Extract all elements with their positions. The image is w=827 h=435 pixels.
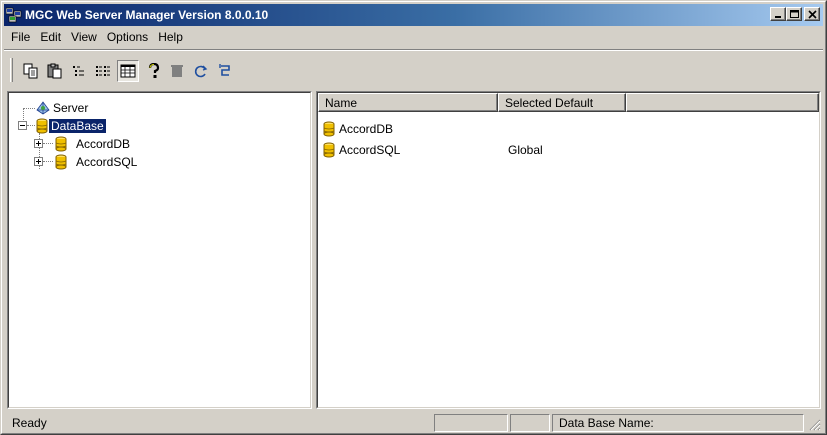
minimize-button[interactable] bbox=[770, 7, 786, 21]
list-icon bbox=[73, 66, 84, 76]
window-title: MGC Web Server Manager Version 8.0.0.10 bbox=[25, 8, 269, 22]
paste-icon bbox=[47, 63, 62, 79]
main-window: MGC Web Server Manager Version 8.0.0.10 … bbox=[0, 0, 827, 435]
maximize-icon bbox=[790, 10, 799, 18]
database-icon bbox=[36, 118, 48, 133]
menu-help[interactable]: Help bbox=[153, 30, 188, 44]
status-database-name: Data Base Name: bbox=[552, 414, 804, 432]
status-bar: Ready Data Base Name: bbox=[4, 413, 823, 433]
list-view-button[interactable] bbox=[68, 60, 90, 82]
delete-icon bbox=[171, 65, 183, 77]
database-icon bbox=[323, 142, 335, 158]
list-item-name: AccordSQL bbox=[339, 143, 401, 157]
tree-connector bbox=[23, 108, 35, 109]
tree-pane[interactable]: Server DataBase AccordDB AccordSQL bbox=[7, 91, 312, 409]
menu-edit[interactable]: Edit bbox=[35, 30, 66, 44]
status-text: Ready bbox=[12, 416, 47, 430]
tree-connector bbox=[27, 125, 35, 126]
list-view: Name Selected Default AccordDB AccordSQL… bbox=[317, 92, 820, 408]
undo-button[interactable] bbox=[214, 60, 236, 82]
database-icon bbox=[323, 121, 335, 137]
column-header-selected-default[interactable]: Selected Default bbox=[498, 93, 626, 112]
column-header-empty[interactable] bbox=[626, 93, 819, 112]
help-icon bbox=[148, 63, 160, 78]
undo-icon bbox=[219, 64, 230, 76]
tree-node-label: AccordSQL bbox=[76, 154, 138, 169]
server-icon bbox=[36, 100, 50, 114]
grid-view-icon bbox=[120, 64, 136, 78]
menu-file[interactable]: File bbox=[6, 30, 35, 44]
details-icon bbox=[96, 66, 110, 76]
tree-connector bbox=[43, 161, 53, 162]
column-header-name[interactable]: Name bbox=[318, 93, 498, 112]
tree-connector bbox=[43, 143, 53, 144]
tree-node-label: Server bbox=[53, 100, 89, 115]
list-item-name: AccordDB bbox=[339, 122, 394, 136]
refresh-button[interactable] bbox=[190, 60, 212, 82]
details-view-button[interactable] bbox=[92, 60, 114, 82]
list-item[interactable]: AccordDB bbox=[322, 120, 393, 138]
toolbar-grip[interactable] bbox=[10, 58, 13, 82]
menu-view[interactable]: View bbox=[66, 30, 102, 44]
list-item[interactable]: AccordSQL Global bbox=[322, 141, 543, 159]
menu-bar: File Edit View Options Help bbox=[4, 27, 823, 47]
copy-button[interactable] bbox=[20, 60, 42, 82]
resize-grip-icon[interactable] bbox=[809, 419, 821, 431]
menu-options[interactable]: Options bbox=[102, 30, 153, 44]
list-header: Name Selected Default bbox=[318, 93, 819, 112]
tree-node-label: DataBase bbox=[48, 117, 107, 134]
tree-node-server[interactable]: Server bbox=[35, 99, 90, 116]
toolbar bbox=[4, 49, 823, 89]
close-icon bbox=[808, 10, 817, 19]
help-button[interactable] bbox=[143, 60, 165, 82]
minimize-icon bbox=[775, 16, 781, 18]
close-button[interactable] bbox=[804, 7, 820, 21]
tree-node-accordsql[interactable]: AccordSQL bbox=[54, 153, 139, 170]
app-icon[interactable] bbox=[5, 7, 22, 23]
tree-node-label: AccordDB bbox=[76, 136, 131, 151]
delete-button[interactable] bbox=[166, 60, 188, 82]
title-bar[interactable]: MGC Web Server Manager Version 8.0.0.10 bbox=[4, 4, 823, 26]
status-panel bbox=[434, 414, 508, 432]
list-item-default: Global bbox=[508, 143, 543, 157]
collapse-database-toggle[interactable] bbox=[18, 121, 27, 130]
database-icon bbox=[55, 154, 67, 169]
status-panel bbox=[510, 414, 550, 432]
maximize-button[interactable] bbox=[786, 7, 802, 21]
tree-node-database[interactable]: DataBase bbox=[35, 117, 107, 134]
expand-accordsql-toggle[interactable] bbox=[34, 157, 43, 166]
refresh-icon bbox=[194, 65, 208, 78]
copy-icon bbox=[23, 63, 38, 79]
tree-node-accorddb[interactable]: AccordDB bbox=[54, 135, 132, 152]
window-controls bbox=[770, 7, 820, 21]
list-pane[interactable]: Name Selected Default AccordDB AccordSQL… bbox=[316, 91, 821, 409]
grid-view-button[interactable] bbox=[117, 60, 139, 82]
tree-view: Server DataBase AccordDB AccordSQL bbox=[8, 92, 311, 408]
database-icon bbox=[55, 136, 67, 151]
paste-button[interactable] bbox=[44, 60, 66, 82]
expand-accorddb-toggle[interactable] bbox=[34, 139, 43, 148]
